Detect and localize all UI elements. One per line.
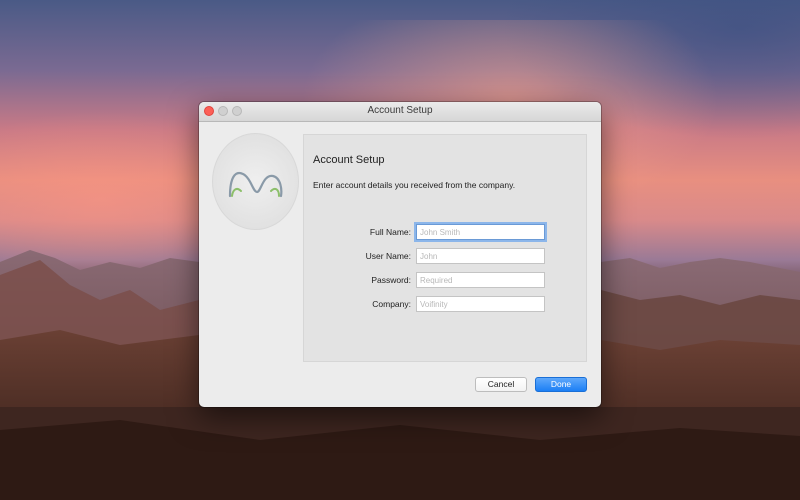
full-name-input[interactable] [416,224,545,240]
user-name-input[interactable] [416,248,545,264]
company-input[interactable] [416,296,545,312]
password-row: Password: [304,272,588,290]
app-logo [212,133,299,230]
desktop-background: Account Setup Account Setup Enter accoun… [0,0,800,500]
full-name-label: Full Name: [369,227,411,237]
app-logo-icon [228,171,283,198]
password-label: Password: [371,275,411,285]
cancel-button[interactable]: Cancel [475,377,527,392]
company-row: Company: [304,296,588,314]
panel-heading: Account Setup [313,154,385,166]
account-setup-window: Account Setup Account Setup Enter accoun… [199,102,601,407]
done-button[interactable]: Done [535,377,587,392]
account-form-panel: Account Setup Enter account details you … [303,134,587,362]
user-name-label: User Name: [365,251,411,261]
full-name-row: Full Name: [304,224,588,242]
panel-description: Enter account details you received from … [313,180,516,190]
password-input[interactable] [416,272,545,288]
company-label: Company: [372,299,411,309]
title-bar[interactable]: Account Setup [199,102,601,122]
window-title: Account Setup [367,105,433,116]
user-name-row: User Name: [304,248,588,266]
